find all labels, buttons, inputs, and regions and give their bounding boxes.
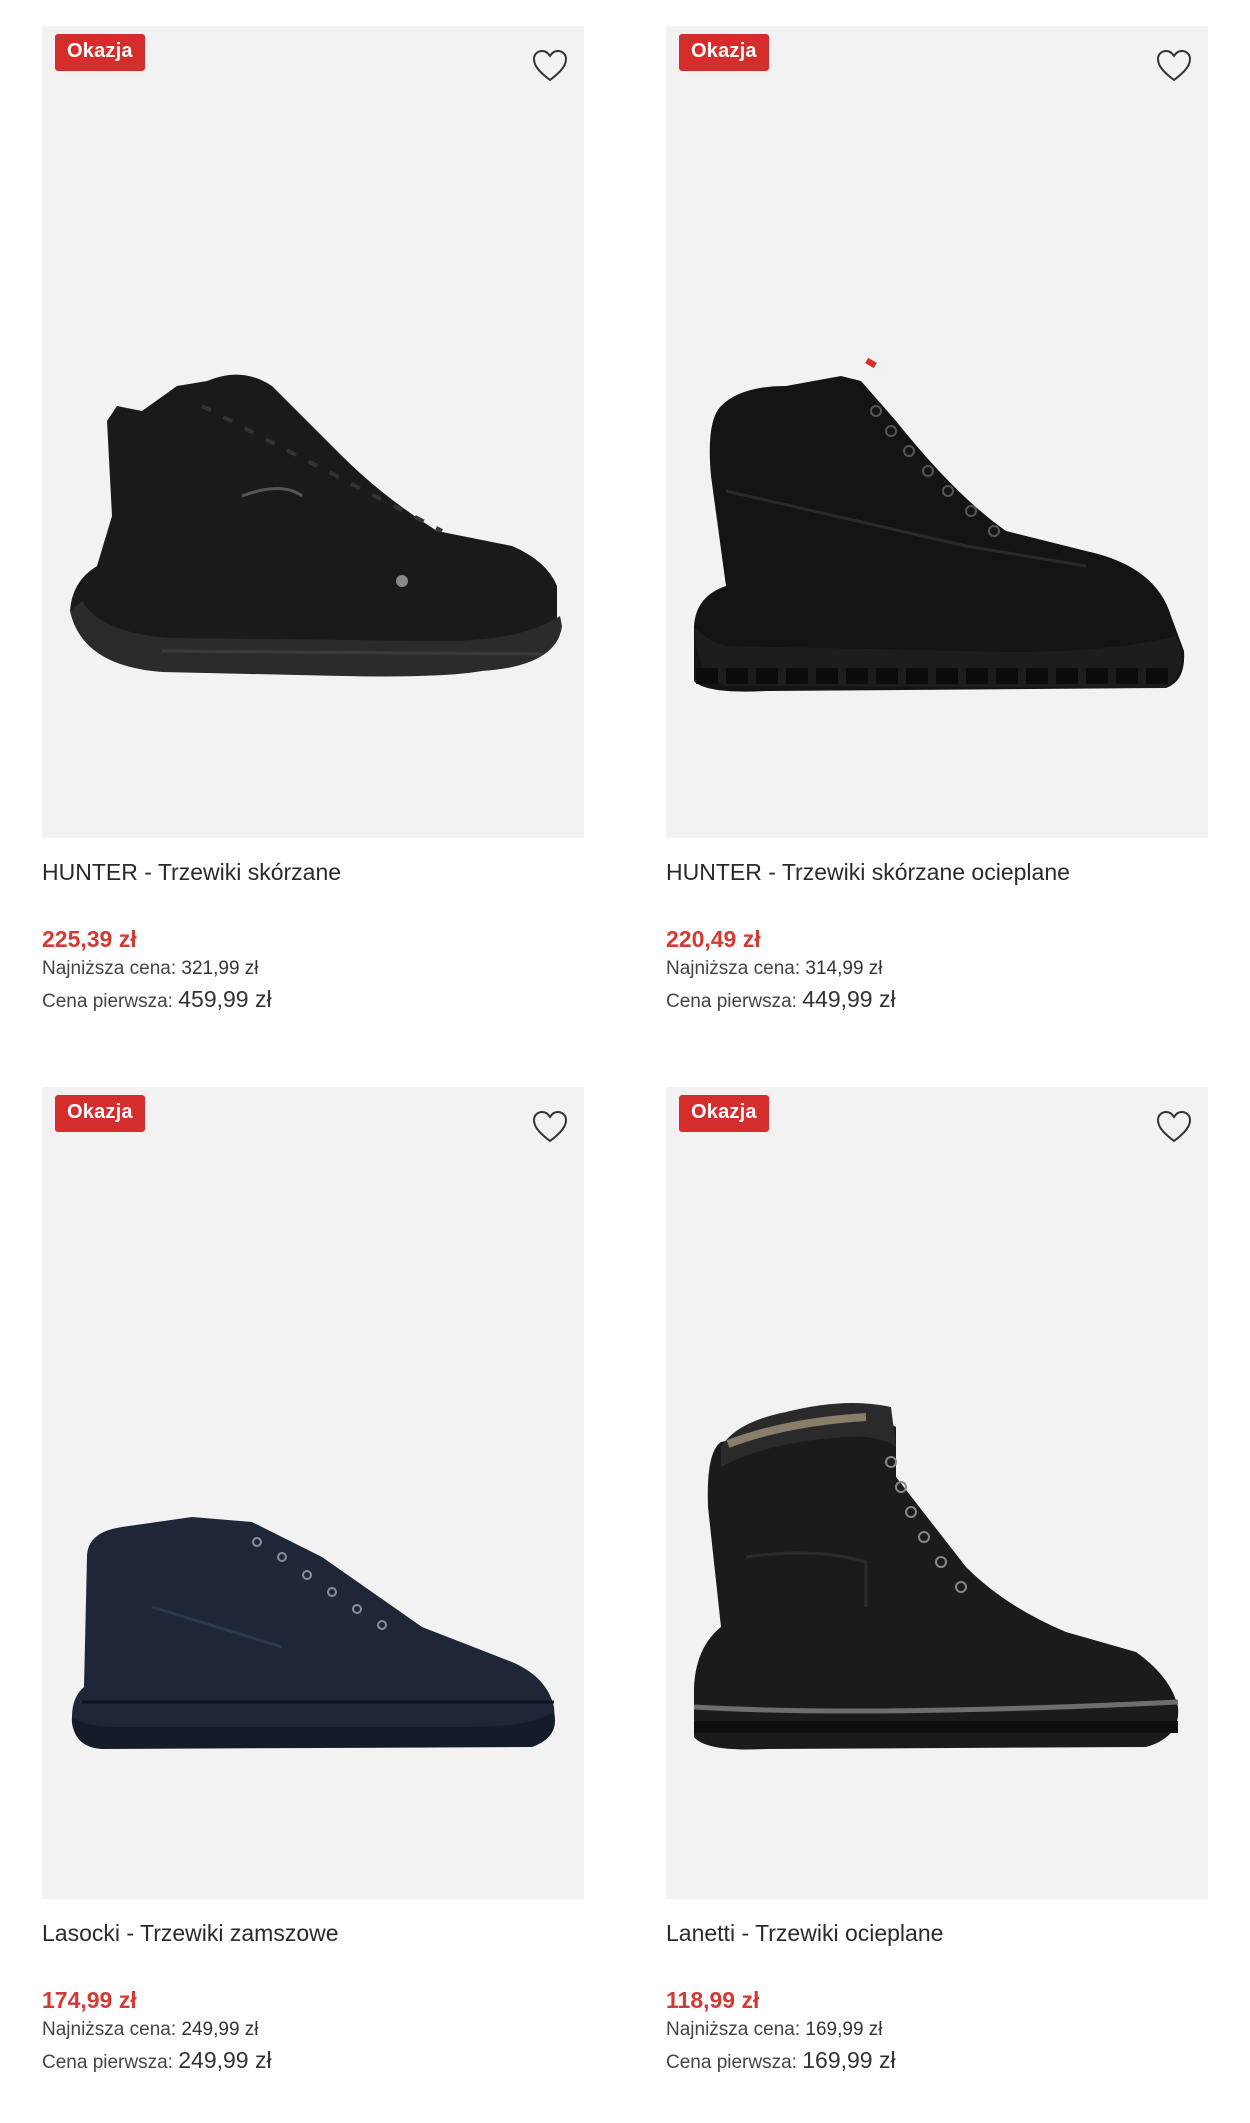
deal-badge: Okazja: [679, 1095, 769, 1132]
product-image[interactable]: Okazja: [666, 26, 1208, 838]
product-title[interactable]: Lanetti - Trzewiki ocieplane: [666, 1913, 1208, 1953]
original-price-row: Cena pierwsza: 459,99 zł: [42, 984, 584, 1014]
lowest-price-row: Najniższa cena: 314,99 zł: [666, 954, 1208, 984]
lowest-price-row: Najniższa cena: 249,99 zł: [42, 2015, 584, 2045]
lowest-price-label: Najniższa cena:: [42, 2019, 177, 2040]
sale-price: 220,49 zł: [666, 926, 761, 952]
hiking-boot-image: [70, 374, 562, 677]
product-grid: Okazja HUNTER - Trzewiki skórzane 225,39…: [0, 0, 1250, 2123]
lowest-price-value: 249,99 zł: [181, 2019, 259, 2040]
lowest-price-value: 169,99 zł: [805, 2019, 883, 2040]
heart-outline-icon[interactable]: [530, 46, 570, 86]
original-price-row: Cena pierwsza: 449,99 zł: [666, 984, 1208, 1014]
sale-price: 118,99 zł: [666, 1987, 760, 2013]
deal-badge: Okazja: [55, 1095, 145, 1132]
product-image[interactable]: Okazja: [42, 1087, 584, 1899]
original-price-label: Cena pierwsza:: [666, 2052, 797, 2073]
product-image[interactable]: Okazja: [666, 1087, 1208, 1899]
product-card[interactable]: Okazja Lasocki - Trzewiki zamszowe 174,9…: [42, 1087, 584, 2075]
lowest-price-label: Najniższa cena:: [666, 2019, 801, 2040]
original-price-value: 459,99 zł: [178, 986, 272, 1012]
insulated-boot-image: [693, 1403, 1179, 1750]
product-title[interactable]: Lasocki - Trzewiki zamszowe: [42, 1913, 584, 1953]
product-image[interactable]: Okazja: [42, 26, 584, 838]
original-price-row: Cena pierwsza: 249,99 zł: [42, 2045, 584, 2075]
heart-outline-icon[interactable]: [530, 1107, 570, 1147]
original-price-value: 249,99 zł: [178, 2047, 272, 2073]
original-price-label: Cena pierwsza:: [42, 2052, 173, 2073]
lowest-price-value: 321,99 zł: [181, 958, 259, 979]
leather-boot-image: [694, 350, 1185, 692]
product-title[interactable]: HUNTER - Trzewiki skórzane ocieplane: [666, 852, 1208, 892]
lowest-price-row: Najniższa cena: 169,99 zł: [666, 2015, 1208, 2045]
lowest-price-label: Najniższa cena:: [666, 958, 801, 979]
heart-outline-icon[interactable]: [1154, 1107, 1194, 1147]
product-card[interactable]: Okazja HUNTER - Trzewiki skórzane ociepl…: [666, 26, 1208, 1014]
original-price-row: Cena pierwsza: 169,99 zł: [666, 2045, 1208, 2075]
original-price-label: Cena pierwsza:: [42, 991, 173, 1012]
lowest-price-row: Najniższa cena: 321,99 zł: [42, 954, 584, 984]
suede-sneaker-image: [71, 1517, 556, 1749]
deal-badge: Okazja: [679, 34, 769, 71]
product-card[interactable]: Okazja Lanetti - Trzewiki ocieplane 118,…: [666, 1087, 1208, 2075]
sale-price: 225,39 zł: [42, 926, 137, 952]
lowest-price-label: Najniższa cena:: [42, 958, 177, 979]
lowest-price-value: 314,99 zł: [805, 958, 883, 979]
original-price-label: Cena pierwsza:: [666, 991, 797, 1012]
original-price-value: 169,99 zł: [802, 2047, 896, 2073]
product-title[interactable]: HUNTER - Trzewiki skórzane: [42, 852, 584, 892]
product-card[interactable]: Okazja HUNTER - Trzewiki skórzane 225,39…: [42, 26, 584, 1014]
sale-price: 174,99 zł: [42, 1987, 137, 2013]
heart-outline-icon[interactable]: [1154, 46, 1194, 86]
original-price-value: 449,99 zł: [802, 986, 896, 1012]
deal-badge: Okazja: [55, 34, 145, 71]
